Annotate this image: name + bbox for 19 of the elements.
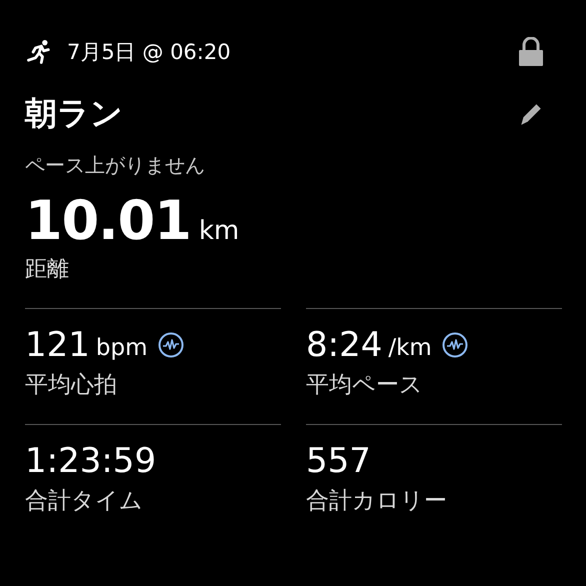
stat-value: 121 (25, 325, 90, 365)
stat-unit: /km (388, 335, 432, 361)
lock-icon[interactable] (518, 37, 544, 67)
heartbeat-icon[interactable] (442, 332, 468, 358)
stat-value: 1:23:59 (25, 441, 156, 481)
stat-label: 平均ペース (306, 371, 424, 400)
distance-value: 10.01 (25, 189, 191, 252)
distance-unit: km (198, 216, 240, 246)
stat-value: 8:24 (306, 325, 382, 365)
stat-label: 平均心拍 (25, 371, 118, 400)
stat-value: 557 (306, 441, 371, 481)
stat-label: 合計カロリー (306, 487, 448, 516)
activity-datetime: 7月5日 @ 06:20 (67, 39, 231, 66)
distance-label: 距離 (25, 256, 70, 284)
heartbeat-icon[interactable] (158, 332, 184, 358)
activity-description: ペース上がりません (25, 152, 206, 179)
activity-title: 朝ラン (25, 93, 123, 134)
stat-unit: bpm (96, 335, 148, 361)
stat-label: 合計タイム (25, 487, 144, 516)
